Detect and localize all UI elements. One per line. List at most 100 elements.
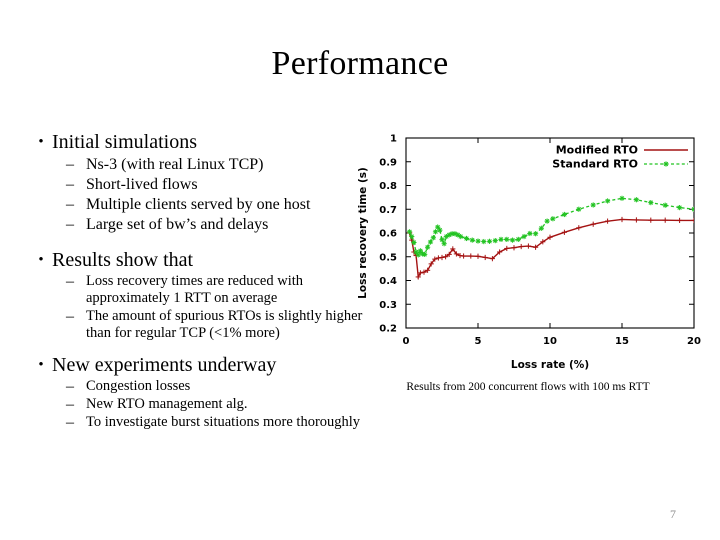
sub-bullet-label: The amount of spurious RTOs is slightly … bbox=[86, 308, 363, 341]
data-point-marker bbox=[663, 161, 669, 167]
data-point-marker bbox=[633, 217, 639, 223]
bullet-heading-label: Results show that bbox=[52, 249, 194, 271]
data-point-marker bbox=[407, 229, 413, 235]
y-tick-label: 0.8 bbox=[379, 181, 397, 192]
data-point-marker bbox=[605, 218, 611, 224]
data-point-marker bbox=[504, 245, 510, 252]
sub-bullet-label: Multiple clients served by one host bbox=[86, 196, 311, 213]
x-tick-label: 10 bbox=[543, 336, 557, 347]
data-point-marker bbox=[463, 235, 470, 242]
dash-icon: – bbox=[66, 196, 74, 213]
data-point-marker bbox=[509, 237, 516, 243]
sub-bullet-item: – Short-lived flows bbox=[66, 175, 375, 194]
data-point-marker bbox=[544, 218, 550, 224]
y-tick-label: 0.9 bbox=[379, 157, 397, 168]
data-point-marker bbox=[518, 243, 524, 250]
loss-recovery-time-line-chart: 0.20.30.40.50.60.70.80.910 5 10 15 20Loss ra… bbox=[357, 134, 701, 372]
performance-chart: 0.2 0.3 0.4 0.5 0.6 0.7 0.8 0.9 1 0 5 10 15 20 Loss ra… bbox=[352, 124, 704, 409]
data-point-marker bbox=[461, 253, 467, 259]
bullet-section-results-show-that: • Results show that – Loss recovery time… bbox=[30, 248, 375, 342]
data-point-marker bbox=[691, 217, 694, 224]
bullet-heading: • New experiments underway bbox=[30, 353, 375, 377]
sub-bullet-label: Large set of bw’s and delays bbox=[86, 216, 269, 233]
legend-label-2: Standard RTO bbox=[552, 158, 638, 171]
bullet-heading-label: New experiments underway bbox=[52, 354, 277, 376]
y-axis-title: Loss recovery time (s) bbox=[357, 167, 369, 299]
data-point-marker bbox=[427, 239, 434, 245]
bullet-heading: • Initial simulations bbox=[30, 130, 375, 154]
dash-icon: – bbox=[66, 176, 74, 193]
data-point-marker bbox=[481, 238, 487, 245]
bullet-heading: • Results show that bbox=[30, 248, 375, 272]
sub-bullet-label: New RTO management alg. bbox=[86, 396, 248, 412]
y-tick-label: 0.6 bbox=[379, 229, 397, 240]
x-tick-label: 0 bbox=[403, 336, 410, 347]
bullet-dot-icon: • bbox=[38, 252, 44, 268]
y-tick-label: 1 bbox=[390, 134, 397, 145]
legend-label-1: Modified RTO bbox=[556, 144, 638, 157]
data-point-marker bbox=[486, 238, 493, 244]
bullet-section-new-experiments-underway: • New experiments underway – Congestion … bbox=[30, 353, 375, 431]
y-tick-label: 0.4 bbox=[379, 276, 397, 287]
sub-bullet-item: – The amount of spurious RTOs is slightl… bbox=[66, 308, 375, 342]
sub-bullet-label: Congestion losses bbox=[86, 378, 191, 394]
data-point-marker bbox=[458, 233, 464, 240]
x-tick-label: 15 bbox=[615, 336, 629, 347]
data-point-marker bbox=[662, 217, 668, 223]
bullet-section-initial-simulations: • Initial simulations – Ns-3 (with real … bbox=[30, 130, 375, 234]
data-point-marker bbox=[511, 245, 517, 251]
y-tick-label: 0.3 bbox=[379, 300, 397, 311]
sub-bullet-label: Loss recovery times are reduced with app… bbox=[86, 273, 304, 306]
data-point-marker bbox=[422, 251, 428, 257]
data-point-marker bbox=[619, 195, 625, 201]
data-point-marker bbox=[437, 227, 443, 233]
data-point-marker bbox=[590, 221, 596, 227]
data-point-marker bbox=[648, 200, 654, 206]
data-point-marker bbox=[425, 244, 431, 250]
data-point-marker bbox=[492, 238, 498, 244]
data-point-marker bbox=[430, 235, 436, 241]
sub-bullet-item: – Loss recovery times are reduced with a… bbox=[66, 273, 375, 307]
data-point-marker bbox=[662, 202, 668, 208]
sub-bullet-label: Short-lived flows bbox=[86, 176, 198, 193]
data-point-marker bbox=[469, 237, 475, 243]
dash-icon: – bbox=[66, 396, 74, 413]
data-point-marker bbox=[619, 216, 625, 223]
bullet-heading-label: Initial simulations bbox=[52, 131, 197, 153]
chart-caption: Results from 200 concurrent flows with 1… bbox=[406, 381, 650, 393]
data-point-marker bbox=[576, 225, 582, 231]
data-point-marker bbox=[533, 231, 539, 237]
data-point-marker bbox=[482, 254, 488, 261]
data-point-marker bbox=[475, 238, 481, 244]
x-tick-label: 20 bbox=[687, 336, 701, 347]
data-point-marker bbox=[561, 229, 567, 235]
data-point-marker bbox=[538, 225, 544, 231]
data-point-marker bbox=[648, 217, 654, 223]
data-point-marker bbox=[550, 216, 556, 222]
sub-bullet-item: – Ns-3 (with real Linux TCP) bbox=[66, 155, 375, 174]
y-tick-label: 0.2 bbox=[379, 324, 397, 335]
data-point-marker bbox=[691, 206, 694, 212]
plot-area bbox=[407, 195, 694, 280]
data-point-marker bbox=[576, 206, 582, 212]
data-point-marker bbox=[439, 254, 445, 261]
dash-icon: – bbox=[66, 273, 74, 290]
data-point-marker bbox=[498, 236, 504, 243]
page-number: 7 bbox=[670, 507, 676, 521]
data-point-marker bbox=[590, 202, 596, 208]
page-title: Performance bbox=[271, 45, 449, 82]
data-point-marker bbox=[633, 197, 639, 203]
series-line-2 bbox=[409, 197, 694, 257]
sub-bullet-item: – New RTO management alg. bbox=[66, 396, 375, 413]
data-point-marker bbox=[561, 211, 567, 218]
y-tick-label: 0.5 bbox=[379, 252, 397, 263]
data-point-marker bbox=[441, 241, 447, 247]
data-point-marker bbox=[605, 198, 611, 204]
sub-bullet-label: To investigate burst situations more tho… bbox=[86, 414, 361, 430]
x-axis-title: Loss rate (%) bbox=[511, 359, 589, 371]
data-point-marker bbox=[468, 253, 474, 259]
sub-bullet-item: – Congestion losses bbox=[66, 378, 375, 395]
dash-icon: – bbox=[66, 414, 74, 431]
sub-bullet-label: Ns-3 (with real Linux TCP) bbox=[86, 156, 264, 173]
series-line-1 bbox=[408, 218, 694, 280]
